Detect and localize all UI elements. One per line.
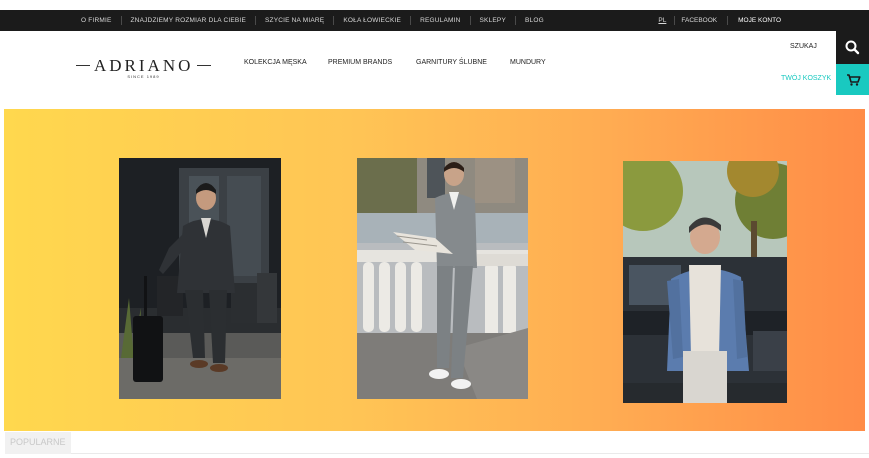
top-link-sklepy[interactable]: SKLEPY bbox=[471, 16, 517, 25]
nav-kolekcja-meska[interactable]: KOLEKCJA MĘSKA bbox=[244, 59, 307, 69]
logo-since: SINCE 1989 bbox=[127, 74, 160, 79]
page: O FIRMIE ZNAJDZIEMY ROZMIAR DLA CIEBIE S… bbox=[0, 0, 869, 458]
search-button[interactable] bbox=[836, 31, 869, 64]
account-link[interactable]: MOJE KONTO bbox=[738, 16, 781, 25]
top-bar: O FIRMIE ZNAJDZIEMY ROZMIAR DLA CIEBIE S… bbox=[0, 10, 869, 31]
top-link-blog[interactable]: BLOG bbox=[516, 16, 553, 25]
cart-button[interactable] bbox=[836, 64, 869, 95]
cart-label[interactable]: TWÓJ KOSZYK bbox=[781, 75, 831, 82]
nav-garnitury-slubne[interactable]: GARNITURY ŚLUBNE bbox=[416, 59, 487, 69]
top-right-links: PL FACEBOOK MOJE KONTO bbox=[658, 10, 781, 31]
top-links: O FIRMIE ZNAJDZIEMY ROZMIAR DLA CIEBIE S… bbox=[72, 10, 553, 31]
hero-banner[interactable] bbox=[4, 109, 865, 431]
logo-name: ADRIANO bbox=[94, 56, 194, 75]
popular-section-label[interactable]: POPULARNE bbox=[5, 432, 71, 454]
man-blue-blazer-by-car-photo[interactable] bbox=[623, 161, 787, 403]
logo[interactable]: ADRIANO SINCE 1989 bbox=[76, 55, 211, 83]
top-link-kola[interactable]: KOŁA ŁOWIECKIE bbox=[334, 16, 412, 25]
top-link-o-firmie[interactable]: O FIRMIE bbox=[72, 16, 122, 25]
man-dark-suit-with-suitcase-photo[interactable] bbox=[119, 158, 281, 399]
language-switch[interactable]: PL bbox=[658, 16, 676, 25]
cart-icon bbox=[847, 74, 861, 86]
logo-line-left bbox=[76, 65, 90, 66]
top-link-rozmiar[interactable]: ZNAJDZIEMY ROZMIAR DLA CIEBIE bbox=[122, 16, 256, 25]
header: ADRIANO SINCE 1989 KOLEKCJA MĘSKA PREMIU… bbox=[0, 31, 869, 107]
top-link-regulamin[interactable]: REGULAMIN bbox=[411, 16, 471, 25]
search-icon bbox=[845, 40, 860, 55]
section-divider bbox=[71, 453, 869, 454]
logo-line-right bbox=[197, 65, 211, 66]
nav-mundury[interactable]: MUNDURY bbox=[510, 59, 546, 69]
search-label[interactable]: SZUKAJ bbox=[790, 43, 817, 50]
facebook-link[interactable]: FACEBOOK bbox=[681, 16, 729, 25]
nav-premium-brands[interactable]: PREMIUM BRANDS bbox=[328, 59, 392, 69]
top-link-szycie[interactable]: SZYCIE NA MIARĘ bbox=[256, 16, 335, 25]
man-grey-suit-with-newspaper-photo[interactable] bbox=[357, 158, 528, 399]
